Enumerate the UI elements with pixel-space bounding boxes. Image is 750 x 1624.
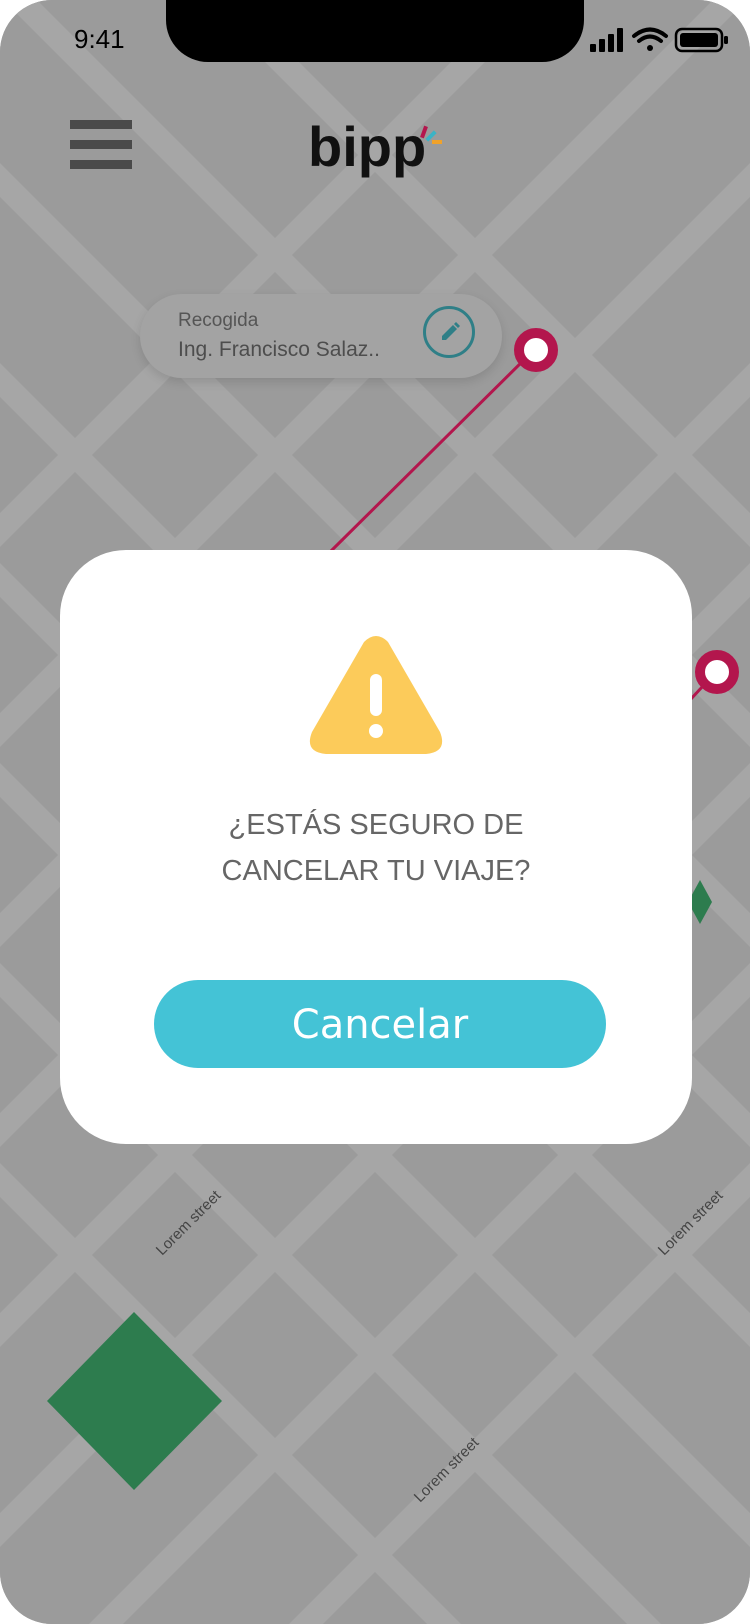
notch [166,0,584,62]
dropoff-marker [695,650,739,694]
svg-text:bipp: bipp [308,118,426,178]
pickup-card[interactable]: Recogida Ing. Francisco Salaz.. [140,294,502,378]
dialog-message-line2: CANCELAR TU VIAJE? [221,855,531,887]
signal-icon [590,28,623,52]
status-time: 9:41 [74,24,125,54]
dialog-message-line1: ¿ESTÁS SEGURO DE [228,809,524,841]
status-icons [590,27,728,53]
pencil-icon [442,322,460,340]
pickup-address: Ing. Francisco Salaz.. [178,338,380,361]
pickup-marker [514,328,558,372]
pickup-label: Recogida [178,310,259,331]
warning-icon [309,636,443,754]
wifi-icon [632,27,668,51]
battery-icon [674,27,728,53]
dialog-message: ¿ESTÁS SEGURO DE CANCELAR TU VIAJE? [60,802,692,894]
menu-icon[interactable] [70,120,132,170]
phone-screen: Lorem street Lorem street Lorem street 9… [0,0,750,1624]
cancel-button[interactable]: Cancelar [154,980,606,1068]
edit-pickup-button[interactable] [423,306,475,358]
cancel-trip-dialog: ¿ESTÁS SEGURO DE CANCELAR TU VIAJE? Canc… [60,550,692,1144]
bipp-logo: bipp [308,118,442,178]
